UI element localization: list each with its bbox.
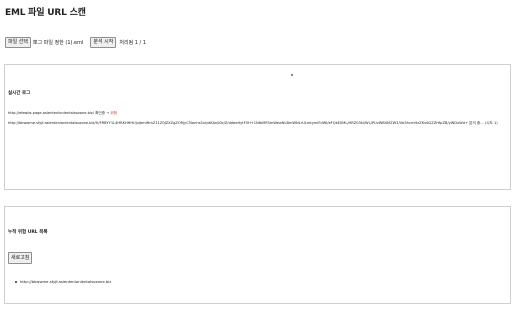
progress-count: 처리됨 1 / 1 bbox=[119, 40, 147, 46]
log-line-text: http://elewbs.page.aslentenlonlentalsozo… bbox=[8, 111, 111, 115]
log-panel-title: 실시간 로그 bbox=[8, 91, 31, 96]
log-panel: 실시간 로그 http://elewbs.page.aslentenlonlen… bbox=[4, 64, 511, 190]
panel-dot bbox=[291, 74, 293, 76]
list-item: http://bkwwme.sfyjf.aslentenlonlentalsoz… bbox=[15, 279, 111, 284]
log-line: http://bkwwme.sfyjf.aslentenlonlentalsoz… bbox=[8, 121, 498, 126]
file-select-button[interactable]: 파일 선택 bbox=[5, 37, 31, 48]
bullet-icon bbox=[15, 280, 17, 283]
result-panel-title: 누적 위험 URL 목록 bbox=[8, 230, 48, 235]
log-status-danger: 위험 bbox=[110, 111, 117, 115]
selected-file-name: 뽀그 파일 정한 (1).eml bbox=[33, 40, 84, 46]
toolbar: 파일 선택 뽀그 파일 정한 (1).eml 분석 시작 처리됨 1 / 1 bbox=[5, 36, 146, 49]
page-title: EML 파일 URL 스캔 bbox=[5, 8, 86, 18]
log-line-text: http://bkwwme.sfyjf.aslentenlonlentalsoz… bbox=[8, 121, 498, 125]
start-analysis-button[interactable]: 분석 시작 bbox=[90, 37, 117, 48]
result-panel: 누적 위험 URL 목록 새로고침 http://bkwwme.sfyjf.as… bbox=[4, 206, 511, 304]
result-url: http://bkwwme.sfyjf.aslentenlonlentalsoz… bbox=[20, 279, 112, 284]
refresh-button[interactable]: 새로고침 bbox=[8, 252, 33, 264]
log-line: http://elewbs.page.aslentenlonlentalsozo… bbox=[8, 111, 117, 116]
